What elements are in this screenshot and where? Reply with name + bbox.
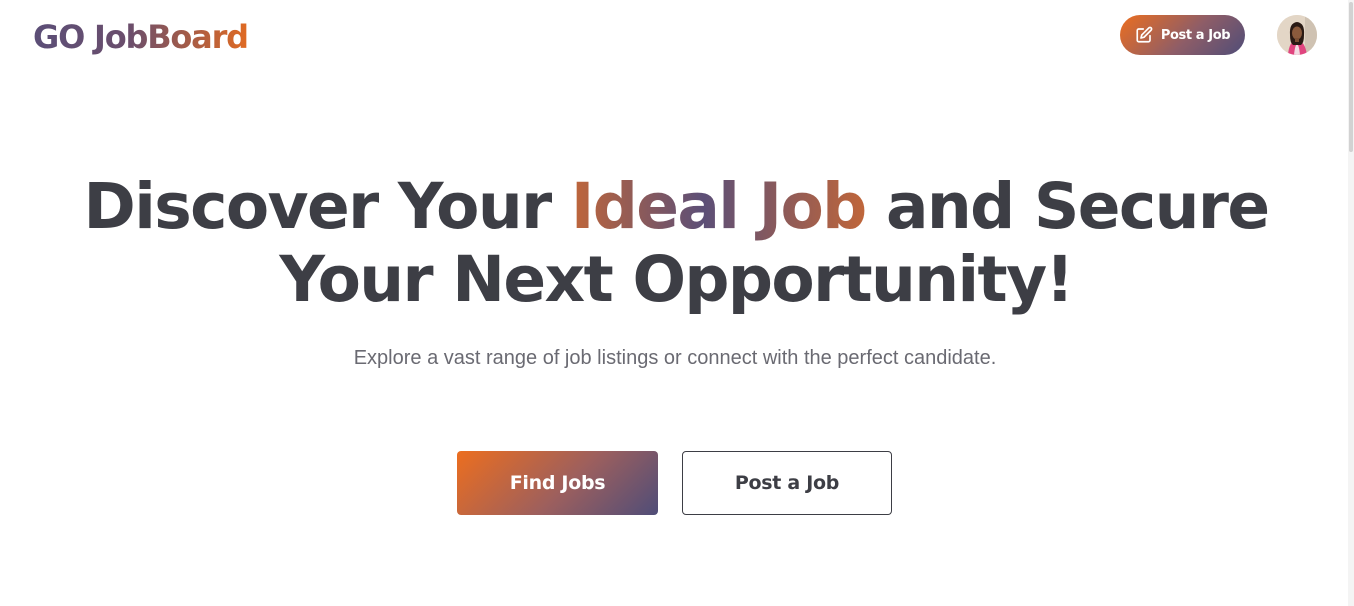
- header-post-job-button[interactable]: Post a Job: [1120, 15, 1245, 55]
- scrollbar-thumb[interactable]: [1349, 2, 1353, 152]
- post-job-button[interactable]: Post a Job: [682, 451, 892, 515]
- hero-title-pre: Discover Your: [83, 170, 553, 243]
- hero-title-post: and Secure: [885, 170, 1270, 243]
- find-jobs-button[interactable]: Find Jobs: [457, 451, 658, 515]
- hero-title-line-2: Your Next Opportunity!: [279, 243, 1074, 316]
- hero-title-line-1: Discover Your Ideal Job and Secure: [0, 170, 1352, 243]
- site-logo[interactable]: GO JobBoard: [33, 15, 249, 59]
- avatar-image: [1277, 15, 1317, 55]
- hero-title-accent: Ideal Job: [570, 170, 867, 243]
- page: GO JobBoard Post a Job Discover Your Ide…: [0, 0, 1354, 606]
- hero-title: Discover Your Ideal Job and Secure Your …: [0, 170, 1352, 316]
- user-avatar[interactable]: [1277, 15, 1317, 55]
- header-post-job-label: Post a Job: [1160, 27, 1231, 43]
- edit-icon: [1135, 26, 1153, 44]
- hero-subtitle: Explore a vast range of job listings or …: [353, 347, 997, 369]
- page-scrollbar[interactable]: [1348, 0, 1354, 606]
